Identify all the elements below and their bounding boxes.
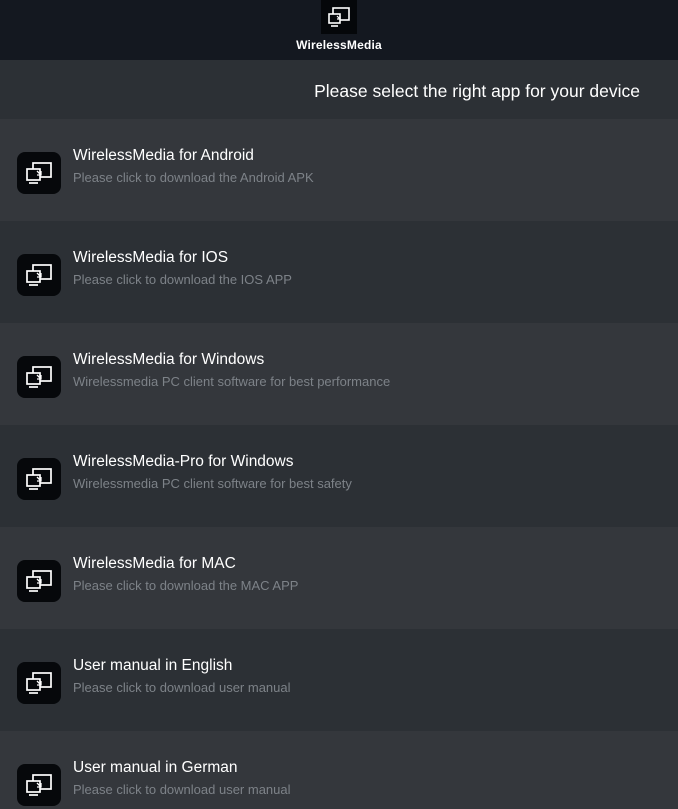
item-description: Wirelessmedia PC client software for bes… [73,476,352,491]
app-logo [321,0,357,34]
item-title: WirelessMedia for Windows [73,351,265,368]
item-title: User manual in English [73,657,233,674]
screen-cast-icon [17,662,61,704]
item-description: Please click to download the MAC APP [73,578,299,593]
download-item-mac[interactable]: WirelessMedia for MAC Please click to do… [0,527,678,629]
download-item-ios[interactable]: WirelessMedia for IOS Please click to do… [0,221,678,323]
item-description: Please click to download the Android APK [73,170,314,185]
download-item-pro-windows[interactable]: WirelessMedia-Pro for Windows Wirelessme… [0,425,678,527]
screen-cast-icon [17,458,61,500]
screen-cast-icon [17,560,61,602]
item-title: WirelessMedia-Pro for Windows [73,453,294,470]
item-description: Wirelessmedia PC client software for bes… [73,374,391,389]
item-title: WirelessMedia for MAC [73,555,236,572]
item-title: WirelessMedia for Android [73,147,254,164]
download-item-windows[interactable]: WirelessMedia for Windows Wirelessmedia … [0,323,678,425]
screen-cast-icon [17,254,61,296]
screen-cast-icon [328,7,350,27]
brand-name: WirelessMedia [296,38,382,52]
page: WirelessMedia Please select the right ap… [0,0,678,809]
page-subtitle: Please select the right app for your dev… [0,60,678,119]
item-description: Please click to download user manual [73,782,291,797]
download-item-manual-english[interactable]: User manual in English Please click to d… [0,629,678,731]
screen-cast-icon [17,152,61,194]
download-item-manual-german[interactable]: User manual in German Please click to do… [0,731,678,809]
item-description: Please click to download the IOS APP [73,272,292,287]
download-item-android[interactable]: WirelessMedia for Android Please click t… [0,119,678,221]
screen-cast-icon [17,356,61,398]
item-title: WirelessMedia for IOS [73,249,229,266]
top-bar: WirelessMedia [0,0,678,60]
item-title: User manual in German [73,759,238,776]
item-description: Please click to download user manual [73,680,291,695]
screen-cast-icon [17,764,61,806]
